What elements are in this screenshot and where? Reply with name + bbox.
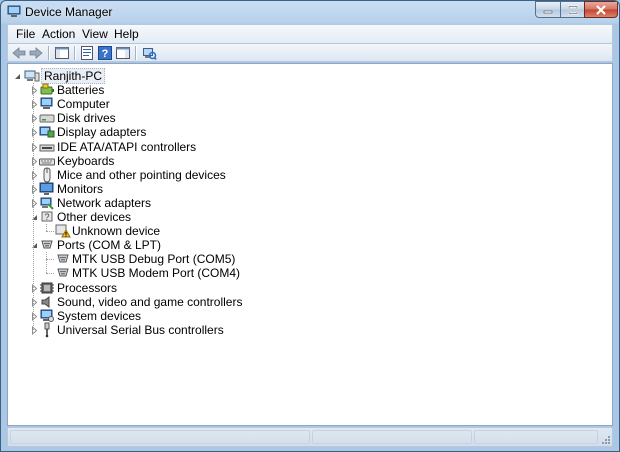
tree-device[interactable]: MTK USB Modem Port (COM4) [8, 266, 608, 280]
back-arrow-icon[interactable] [11, 45, 27, 61]
menu-bar: File Action View Help [7, 24, 613, 43]
status-bar [7, 427, 613, 447]
toolbar-separator [48, 46, 49, 60]
tree-node-label: Monitors [57, 181, 104, 196]
close-icon [596, 4, 606, 15]
device-manager-app-icon [7, 5, 21, 17]
scan-hardware-changes-icon[interactable] [141, 45, 157, 61]
tree-node-label: MTK USB Modem Port (COM4) [72, 266, 241, 281]
menu-action[interactable]: Action [40, 27, 77, 41]
menu-help[interactable]: Help [112, 27, 141, 41]
tree-category[interactable]: Keyboards [8, 154, 608, 168]
tree-category[interactable]: Computer [8, 97, 608, 111]
other-devices-icon: ? [41, 211, 53, 222]
tree-root-computer[interactable]: Ranjith-PC [8, 68, 608, 84]
toolbar-separator [74, 46, 75, 60]
tree-category[interactable]: ? Other devices [8, 210, 608, 224]
status-pane-tertiary [474, 430, 598, 444]
tree-category[interactable]: Disk drives [8, 111, 608, 125]
tree-node-label: Unknown device [72, 224, 161, 239]
status-pane-secondary [312, 430, 472, 444]
tree-node-label: Processors [57, 280, 118, 295]
menu-view[interactable]: View [80, 27, 110, 41]
tree-node-label: Batteries [57, 83, 105, 98]
computer-tree-root-icon [24, 70, 40, 82]
status-pane-main [10, 430, 310, 444]
menu-file[interactable]: File [14, 27, 37, 41]
usb-icon [44, 322, 50, 338]
tree-device[interactable]: MTK USB Debug Port (COM5) [8, 252, 608, 266]
port-icon [57, 268, 69, 277]
tree-node-label: Disk drives [57, 111, 116, 126]
port-icon [41, 240, 53, 249]
forward-arrow-icon[interactable] [28, 45, 44, 61]
tree-node-label: MTK USB Debug Port (COM5) [72, 252, 236, 267]
resize-grip-icon[interactable] [600, 434, 610, 444]
tree-node-label: Keyboards [57, 153, 115, 168]
tree-category[interactable]: Display adapters [8, 125, 608, 139]
tree-collapse-arrow-icon[interactable] [14, 72, 21, 81]
window-title: Device Manager [25, 5, 113, 19]
tree-category[interactable]: System devices [8, 309, 608, 323]
tree-category[interactable]: Universal Serial Bus controllers [8, 322, 608, 338]
show-action-pane-icon[interactable] [115, 45, 131, 61]
tree-node-label: Other devices [57, 210, 132, 224]
tree-node-label: Computer [57, 97, 110, 112]
tree-node-label: Mice and other pointing devices [57, 167, 226, 182]
tree-category[interactable]: Ports (COM & LPT) [8, 238, 608, 252]
tree-category[interactable]: Batteries [8, 83, 608, 97]
tree-node-label: IDE ATA/ATAPI controllers [57, 139, 197, 154]
tree-connector-line [46, 252, 47, 274]
maximize-icon [567, 5, 578, 14]
svg-text:?: ? [44, 212, 49, 222]
tree-node-label: Sound, video and game controllers [57, 294, 243, 309]
tree-category[interactable]: Network adapters [8, 196, 608, 210]
title-bar[interactable]: Device Manager [1, 1, 619, 24]
minimize-icon [543, 10, 553, 13]
tree-node-label: Network adapters [57, 195, 152, 210]
tree-category[interactable]: Processors [8, 281, 608, 295]
tree-node-label: Ports (COM & LPT) [57, 238, 162, 253]
tree-connector-line [33, 83, 34, 330]
tree-connector-line [46, 231, 54, 233]
tree-node-label: System devices [57, 308, 142, 323]
close-button[interactable] [584, 1, 618, 18]
tree-node-label: Universal Serial Bus controllers [57, 322, 224, 337]
help-icon[interactable]: ? [97, 45, 113, 61]
toolbar: ? [7, 43, 613, 62]
tree-device[interactable]: Unknown device [8, 224, 608, 238]
tree-connector-line [46, 273, 54, 275]
tree-connector-line [46, 224, 47, 232]
show-hide-console-tree-icon[interactable] [54, 45, 70, 61]
tree-category[interactable]: IDE ATA/ATAPI controllers [8, 140, 608, 154]
tree-category[interactable]: Monitors [8, 182, 608, 196]
maximize-button[interactable] [560, 1, 585, 18]
toolbar-separator [135, 46, 136, 60]
properties-icon[interactable] [79, 45, 95, 61]
unknown-device-warning-icon [55, 224, 71, 238]
svg-text:?: ? [102, 48, 109, 60]
minimize-button[interactable] [535, 1, 561, 18]
tree-category[interactable]: Mice and other pointing devices [8, 167, 608, 183]
tree-node-label: Display adapters [57, 125, 147, 140]
device-tree[interactable]: Ranjith-PC Batteries Computer Disk drives Di… [7, 63, 613, 426]
tree-connector-line [46, 259, 54, 261]
device-manager-window: Device Manager File Action View Help ? R… [0, 0, 620, 452]
tree-category[interactable]: Sound, video and game controllers [8, 295, 608, 309]
